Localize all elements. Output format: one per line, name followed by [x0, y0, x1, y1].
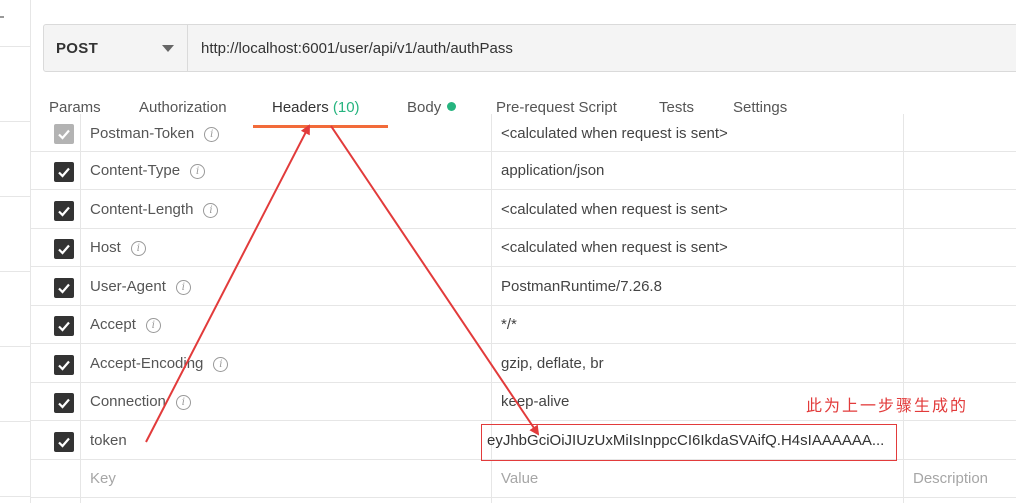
header-key-text: Content-Length: [90, 201, 194, 218]
sidebar-divider: [0, 196, 30, 197]
header-value[interactable]: keep-alive: [501, 393, 569, 410]
table-row-new: Key Value Description: [30, 460, 1016, 498]
checkbox-checked[interactable]: [54, 239, 74, 259]
header-key-token[interactable]: token: [90, 432, 127, 449]
header-key[interactable]: Connection i: [90, 393, 191, 410]
info-icon[interactable]: i: [175, 280, 191, 295]
header-key[interactable]: Accept-Encoding i: [90, 355, 229, 372]
method-label: POST: [56, 39, 99, 57]
header-value[interactable]: PostmanRuntime/7.26.8: [501, 278, 662, 295]
header-value[interactable]: gzip, deflate, br: [501, 355, 604, 372]
method-select[interactable]: POST: [44, 25, 188, 71]
header-value[interactable]: */*: [501, 316, 517, 333]
new-value-input[interactable]: Value: [501, 470, 538, 487]
header-key-text: Connection: [90, 393, 166, 410]
check-icon: [58, 167, 70, 178]
checkbox-checked[interactable]: [54, 316, 74, 336]
checkbox-checked[interactable]: [54, 201, 74, 221]
header-key-text: Accept: [90, 316, 136, 333]
header-key[interactable]: User-Agent i: [90, 278, 191, 295]
info-icon[interactable]: i: [213, 357, 229, 372]
status-dot-icon: [447, 102, 457, 111]
sidebar-divider: [0, 271, 30, 272]
info-icon[interactable]: i: [203, 203, 219, 218]
header-value[interactable]: <calculated when request is sent>: [501, 239, 728, 256]
table-row: Postman-Token i <calculated when request …: [30, 114, 1016, 152]
check-icon: [58, 283, 70, 294]
header-key-text: Postman-Token: [90, 125, 195, 142]
header-key-text: Host: [90, 239, 121, 256]
request-bar: POST http://localhost:6001/user/api/v1/a…: [43, 24, 1016, 72]
sidebar-divider: [0, 421, 30, 422]
header-key[interactable]: Accept i: [90, 316, 161, 333]
table-row: Content-Type i application/json: [30, 152, 1016, 190]
table-row: Accept-Encoding i gzip, deflate, br: [30, 345, 1016, 383]
new-key-input[interactable]: Key: [90, 470, 116, 487]
sidebar-divider: [0, 346, 30, 347]
table-row: Accept i */*: [30, 306, 1016, 344]
header-value[interactable]: application/json: [501, 162, 604, 179]
header-key-text: Accept-Encoding: [90, 355, 204, 372]
check-icon: [58, 398, 70, 409]
header-key-text: User-Agent: [90, 278, 166, 295]
check-icon: [58, 437, 70, 448]
sidebar-strip: [0, 0, 31, 503]
info-icon[interactable]: i: [190, 164, 206, 179]
info-icon[interactable]: i: [204, 127, 220, 142]
checkbox-checked[interactable]: [54, 355, 74, 375]
checkbox-checked[interactable]: [54, 162, 74, 182]
token-value[interactable]: eyJhbGciOiJIUzUxMiIsInppcCI6IkdaSVAifQ.H…: [487, 432, 892, 449]
chevron-down-icon: [162, 45, 174, 52]
checkbox-checked[interactable]: [54, 432, 74, 452]
check-icon: [58, 129, 70, 140]
header-key[interactable]: Content-Length i: [90, 201, 219, 218]
header-value[interactable]: <calculated when request is sent>: [501, 201, 728, 218]
header-value[interactable]: <calculated when request is sent>: [501, 125, 728, 142]
sidebar-dash: [0, 16, 4, 18]
table-row: Content-Length i <calculated when request…: [30, 191, 1016, 229]
header-key[interactable]: Content-Type i: [90, 162, 206, 179]
header-key-text: Content-Type: [90, 162, 181, 179]
header-key[interactable]: Host i: [90, 239, 146, 256]
info-icon[interactable]: i: [175, 395, 191, 410]
check-icon: [58, 360, 70, 371]
sidebar-divider: [0, 496, 30, 497]
check-icon: [58, 321, 70, 332]
checkbox-checked[interactable]: [54, 393, 74, 413]
header-key[interactable]: Postman-Token i: [90, 125, 220, 142]
url-input[interactable]: http://localhost:6001/user/api/v1/auth/a…: [201, 40, 513, 57]
table-row: Host i <calculated when request is sent>: [30, 229, 1016, 267]
info-icon[interactable]: i: [145, 318, 161, 333]
new-description-input[interactable]: Description: [913, 470, 988, 487]
sidebar-divider: [0, 46, 30, 47]
table-row: User-Agent i PostmanRuntime/7.26.8: [30, 268, 1016, 306]
checkbox-checked[interactable]: [54, 124, 74, 144]
info-icon[interactable]: i: [130, 241, 146, 256]
check-icon: [58, 206, 70, 217]
check-icon: [58, 244, 70, 255]
checkbox-checked[interactable]: [54, 278, 74, 298]
annotation-text: 此为上一步骤生成的: [806, 396, 969, 415]
